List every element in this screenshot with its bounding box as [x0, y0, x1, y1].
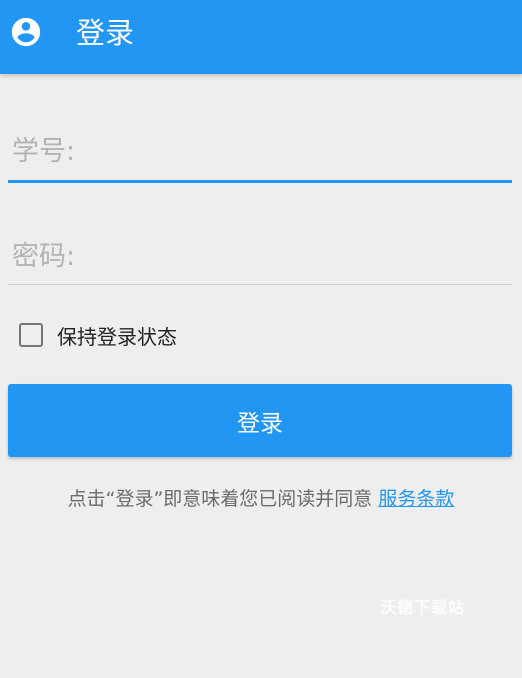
account-circle-icon[interactable]: [9, 15, 43, 49]
student-id-underline: [8, 180, 512, 183]
watermark-text: 沃德下载站: [380, 598, 466, 617]
app-bar-title: 登录: [76, 16, 135, 50]
password-input[interactable]: [8, 236, 512, 276]
terms-notice: 点击“登录”即意味着您已阅读并同意 服务条款: [0, 484, 522, 511]
remember-login-row[interactable]: 保持登录状态: [19, 320, 177, 350]
password-field: [8, 236, 512, 285]
terms-notice-text: 点击“登录”即意味着您已阅读并同意: [67, 488, 373, 510]
password-underline: [8, 284, 512, 285]
remember-login-label[interactable]: 保持登录状态: [57, 321, 177, 350]
remember-login-checkbox[interactable]: [19, 323, 43, 347]
app-bar: 登录: [0, 0, 522, 74]
student-id-field: [8, 131, 512, 183]
login-button[interactable]: 登录: [8, 384, 512, 457]
student-id-input[interactable]: [8, 131, 512, 171]
terms-of-service-link[interactable]: 服务条款: [378, 488, 454, 510]
